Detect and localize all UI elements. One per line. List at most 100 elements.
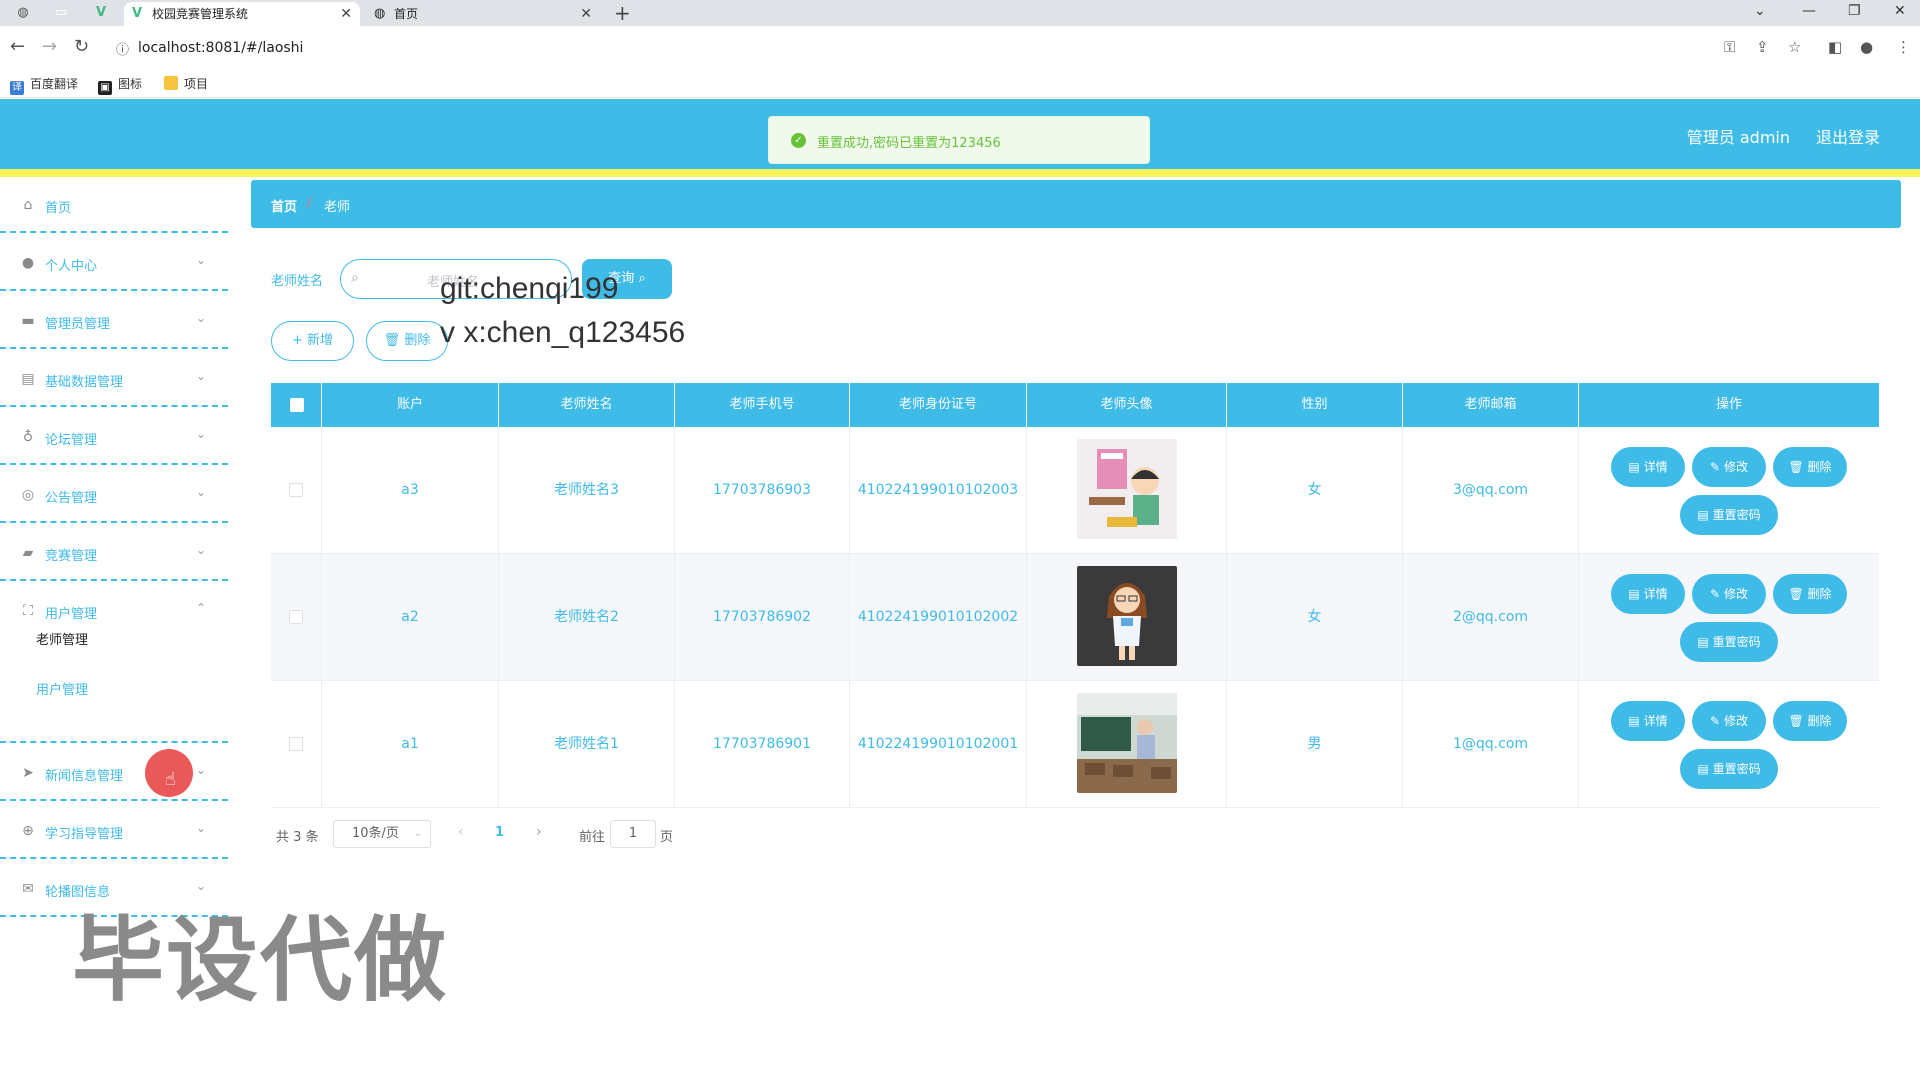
globe-icon[interactable]: ◍ <box>14 4 32 22</box>
cell-account: a3 <box>322 427 499 554</box>
delete-button[interactable]: 🗑 删除 <box>1773 447 1847 487</box>
url-field[interactable]: ⓘ localhost:8081/#/laoshi <box>108 32 1848 64</box>
restore-button[interactable]: ❐ <box>1848 0 1861 22</box>
sidebar-item-study[interactable]: ⊕ 学习指导管理 ⌄ <box>0 803 228 859</box>
cell-avatar <box>1027 554 1227 681</box>
sidebar-subitem-user[interactable]: 用户管理 <box>36 679 88 698</box>
batch-delete-button[interactable]: 🗑 删除 <box>366 321 448 361</box>
column-header: 操作 <box>1715 397 1742 412</box>
edit-button[interactable]: ✎ 修改 <box>1692 574 1766 614</box>
reset-password-button[interactable]: ▤ 重置密码 <box>1680 622 1778 662</box>
compass-icon: ◎ <box>21 487 35 503</box>
next-page-button[interactable]: › <box>536 824 542 840</box>
sidepanel-icon[interactable]: ◧ <box>1828 38 1842 56</box>
minimize-button[interactable]: — <box>1802 0 1816 22</box>
cell-email: 3@qq.com <box>1403 427 1579 554</box>
cell-id-card: 410224199010102003 <box>850 427 1027 554</box>
edit-button[interactable]: ✎ 修改 <box>1692 701 1766 741</box>
chevron-down-icon[interactable]: ⌄ <box>1754 0 1766 22</box>
chevron-down-icon: ⌄ <box>195 369 206 383</box>
detail-button[interactable]: ▤ 详情 <box>1611 701 1685 741</box>
bookmark-icons[interactable]: ▣ 图标 <box>98 75 142 95</box>
close-icon[interactable]: ✕ <box>340 2 352 26</box>
cell-ops: ▤ 详情 ✎ 修改 🗑 删除 ▤ 重置密码 <box>1579 554 1879 681</box>
forward-icon[interactable]: → <box>42 36 57 58</box>
sidebar-item-news[interactable]: ➤ 新闻信息管理 ⌄ <box>0 745 228 801</box>
cell-phone: 17703786902 <box>675 554 850 681</box>
search-icon: ⌕ <box>351 270 359 286</box>
watermark-big: 毕设代做 <box>72 907 449 1014</box>
sidebar-subitem-teacher[interactable]: 老师管理 <box>36 629 88 648</box>
trash-icon: 🗑 <box>1788 460 1804 474</box>
cell-name: 老师姓名3 <box>499 427 675 554</box>
trash-icon: 🗑 <box>1788 587 1804 601</box>
sidebar-item-profile[interactable]: ● 个人中心 ⌄ <box>0 235 228 291</box>
header-select-all[interactable] <box>271 383 322 427</box>
reset-password-button[interactable]: ▤ 重置密码 <box>1680 495 1778 535</box>
row-checkbox[interactable] <box>289 737 303 751</box>
tab-home[interactable]: ◍ 首页 ✕ <box>366 2 600 26</box>
profile-icon[interactable]: ● <box>1860 38 1873 56</box>
delete-button[interactable]: 🗑 删除 <box>1773 574 1847 614</box>
chevron-down-icon: ⌄ <box>195 543 206 557</box>
page-jump-input[interactable]: 1 <box>610 820 656 848</box>
breadcrumb-home[interactable]: 首页 <box>271 196 297 215</box>
bookmark-baidu-translate[interactable]: 译百度翻译 <box>10 75 78 95</box>
cell-avatar <box>1027 427 1227 554</box>
page-number[interactable]: 1 <box>495 825 504 840</box>
menu-dots-icon[interactable]: ⋮ <box>1896 38 1911 56</box>
send-icon: ➤ <box>22 765 34 781</box>
teacher-avatar-image[interactable] <box>1077 439 1177 539</box>
browser-tab-bar: ◍ ▭ V V 校园竞赛管理系统 ✕ ◍ 首页 ✕ + ⌄ — ❐ ✕ <box>0 0 1920 26</box>
image-icon: ▣ <box>98 81 112 95</box>
share-icon[interactable]: ⇪ <box>1756 38 1769 56</box>
cell-gender: 女 <box>1227 427 1403 554</box>
detail-button[interactable]: ▤ 详情 <box>1611 574 1685 614</box>
teacher-avatar-image[interactable] <box>1077 693 1177 793</box>
detail-button[interactable]: ▤ 详情 <box>1611 447 1685 487</box>
page-size-select[interactable]: 10条/页 ⌄ <box>333 820 431 848</box>
breadcrumb-current: 老师 <box>324 200 351 215</box>
close-icon[interactable]: ✕ <box>580 2 592 26</box>
add-button[interactable]: + 新增 <box>271 321 354 361</box>
bookmark-project[interactable]: 项目 <box>164 75 208 93</box>
sidebar-item-notice[interactable]: ◎ 公告管理 ⌄ <box>0 467 228 523</box>
reset-password-button[interactable]: ▤ 重置密码 <box>1680 749 1778 789</box>
vue-tab-icon[interactable]: V <box>92 4 110 22</box>
home-icon: ⌂ <box>23 197 33 213</box>
teacher-avatar-image[interactable] <box>1077 566 1177 666</box>
prev-page-button[interactable]: ‹ <box>458 824 464 840</box>
tab-campus-system[interactable]: V 校园竞赛管理系统 ✕ <box>124 2 360 26</box>
select-all-checkbox[interactable] <box>290 398 304 412</box>
column-header: 老师姓名 <box>499 383 675 427</box>
sidebar-item-competition[interactable]: ▰ 竞赛管理 ⌄ <box>0 525 228 581</box>
edit-button[interactable]: ✎ 修改 <box>1692 447 1766 487</box>
row-checkbox[interactable] <box>289 610 303 624</box>
sidebar-item-basedata[interactable]: ▤ 基础数据管理 ⌄ <box>0 351 228 407</box>
sidebar-item-admin[interactable]: ▬ 管理员管理 ⌄ <box>0 293 228 349</box>
sidebar-item-home[interactable]: ⌂ 首页 <box>0 177 228 233</box>
new-tab-button[interactable]: + <box>614 0 631 26</box>
sidebar-item-forum[interactable]: ♁ 论坛管理 ⌄ <box>0 409 228 465</box>
star-icon[interactable]: ☆ <box>1788 38 1801 56</box>
cell-email: 2@qq.com <box>1403 554 1579 681</box>
blank-tab-icon[interactable]: ▭ <box>52 4 70 22</box>
logout-link[interactable]: 退出登录 <box>1816 124 1880 148</box>
admin-icon: ▬ <box>21 313 35 329</box>
search-icon: ⌕ <box>638 271 646 286</box>
back-icon[interactable]: ← <box>10 36 25 58</box>
window-close-button[interactable]: ✕ <box>1894 0 1906 22</box>
doc-icon: ▤ <box>1697 635 1709 649</box>
toast-message: 重置成功,密码已重置为123456 <box>817 136 1001 151</box>
sidebar-item-users[interactable]: ⛶ 用户管理 ⌃ 老师管理 用户管理 <box>0 583 228 743</box>
reload-icon[interactable]: ↻ <box>74 36 89 58</box>
delete-button[interactable]: 🗑 删除 <box>1773 701 1847 741</box>
pager-goto-label: 前往 <box>579 830 606 845</box>
mic-icon: ♁ <box>22 429 34 445</box>
row-checkbox[interactable] <box>289 483 303 497</box>
chevron-down-icon: ⌄ <box>195 485 206 499</box>
doc-icon: ▤ <box>1697 508 1709 522</box>
key-icon[interactable]: ⚿ <box>1724 38 1735 56</box>
bookmarks-bar: 译百度翻译 ▣ 图标 项目 <box>0 70 1920 98</box>
info-icon[interactable]: ⓘ <box>116 39 129 58</box>
